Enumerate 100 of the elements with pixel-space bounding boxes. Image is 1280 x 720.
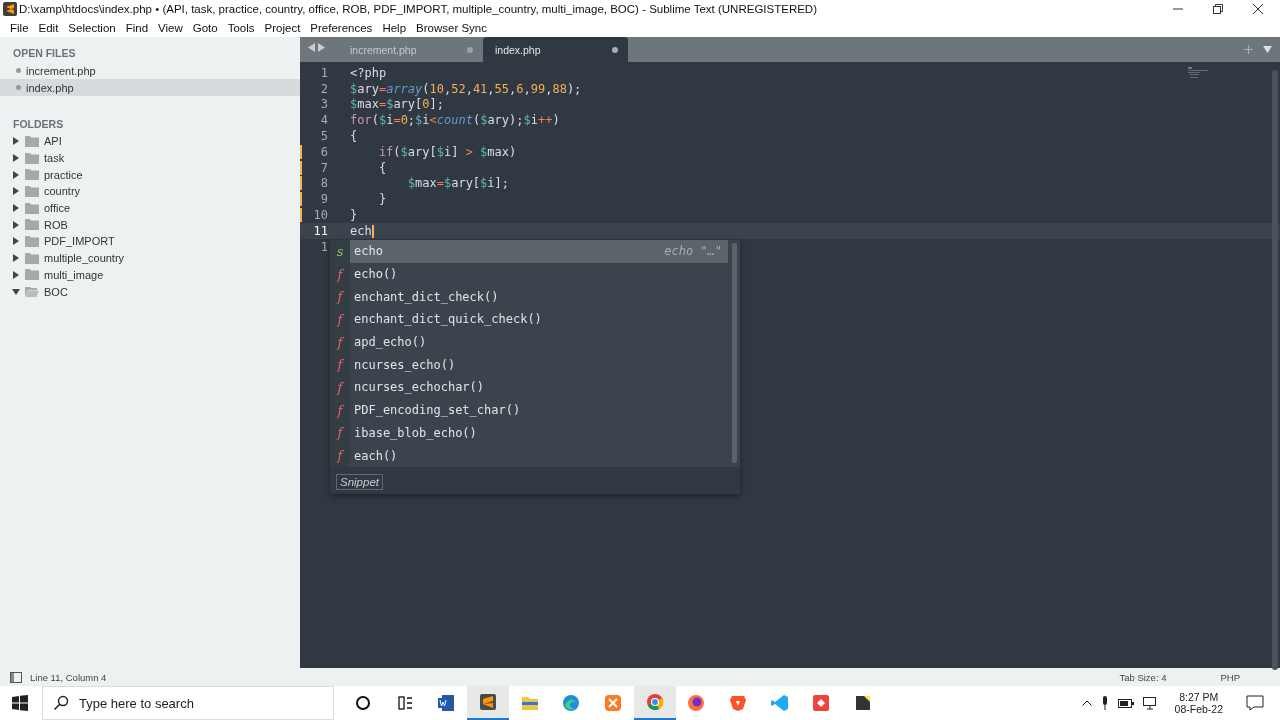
menu-item[interactable]: View xyxy=(153,21,188,34)
menu-item[interactable]: Help xyxy=(377,21,412,34)
clock-time[interactable]: 8:27 PM xyxy=(1179,691,1219,703)
folder-icon xyxy=(25,235,39,247)
kind-label: f xyxy=(330,421,350,445)
kind-label: f xyxy=(330,262,350,286)
collapsed-arrow-icon[interactable] xyxy=(12,220,20,229)
folder-icon xyxy=(25,252,39,264)
code-line: if($ary[$i] > $max) xyxy=(377,144,517,159)
syntax-selector[interactable]: PHP xyxy=(1220,671,1240,683)
completion-label: ibase_blob_echo() xyxy=(354,425,478,440)
line-number: 7 xyxy=(300,160,328,175)
completion-label: ncurses_echochar() xyxy=(354,380,486,395)
menu-item[interactable]: Selection xyxy=(63,21,121,34)
folder-name[interactable]: multiple_country xyxy=(44,252,125,265)
menu-item[interactable]: Goto xyxy=(187,21,223,34)
close-icon[interactable] xyxy=(1252,3,1264,15)
code-line: { xyxy=(350,129,358,144)
menu-item[interactable]: Browser Sync xyxy=(411,21,492,34)
line-number: 5 xyxy=(319,129,328,144)
folder-name[interactable]: task xyxy=(44,152,65,165)
code-line: $max=$ary[$i]; xyxy=(406,176,509,191)
scrollbar[interactable] xyxy=(1272,70,1278,670)
cursor-position: Line 11, Column 4 xyxy=(30,671,107,683)
completion-item[interactable]: s echo echo "…" xyxy=(330,240,728,263)
completion-label: apd_echo() xyxy=(354,335,428,350)
file-tab[interactable]: index.php xyxy=(483,37,628,62)
code-line: <?php xyxy=(350,65,387,80)
microphone-icon[interactable] xyxy=(1100,696,1109,710)
folder-name[interactable]: country xyxy=(44,185,81,198)
dropdown-icon[interactable] xyxy=(1263,46,1272,53)
line-number: 1 xyxy=(319,65,328,80)
open-folder-icon xyxy=(25,286,39,298)
completion-label: PDF_encoding_set_char() xyxy=(354,403,522,418)
line-number: 11 xyxy=(312,223,328,238)
previous-arrow-icon[interactable] xyxy=(308,43,315,52)
collapsed-arrow-icon[interactable] xyxy=(12,154,20,163)
minimap-drawing xyxy=(1188,67,1210,79)
completion-item[interactable]: f apd_echo() xyxy=(330,330,728,354)
next-arrow-icon[interactable] xyxy=(318,43,325,52)
folder-name[interactable]: BOC xyxy=(44,285,68,298)
menu-item[interactable]: Preferences xyxy=(305,21,378,34)
completion-item[interactable]: f each() xyxy=(330,444,728,467)
completion-item[interactable]: f ibase_blob_echo() xyxy=(330,421,728,445)
search-icon xyxy=(53,695,69,711)
clock-date[interactable]: 08-Feb-22 xyxy=(1174,703,1223,715)
window-title: D:\xamp\htdocs\index.php • (API, task, practice, country, office, ROB, PDF_IMPORT, multiple_country, multi_image, BOC) - Sublime Text (UNREGISTERED) xyxy=(19,3,818,15)
collapsed-arrow-icon[interactable] xyxy=(12,254,20,263)
kind-label: f xyxy=(330,444,350,467)
panel-toggle-icon[interactable] xyxy=(10,671,22,683)
battery-icon[interactable] xyxy=(1117,698,1134,708)
collapsed-arrow-icon[interactable] xyxy=(12,137,20,146)
section-heading: OPEN FILES xyxy=(12,47,77,61)
menu-item[interactable]: Tools xyxy=(222,21,260,34)
completion-item[interactable]: f echo() xyxy=(330,262,728,286)
completion-item[interactable]: f ncurses_echochar() xyxy=(330,376,728,399)
folder-name[interactable]: office xyxy=(44,202,71,215)
menu-item[interactable]: Project xyxy=(259,21,306,34)
completion-item[interactable]: f enchant_dict_quick_check() xyxy=(330,308,728,331)
folder-name[interactable]: multi_image xyxy=(44,268,104,281)
taskbar-search-field[interactable]: Type here to search xyxy=(42,686,334,720)
folder-name[interactable]: PDF_IMPORT xyxy=(44,235,115,248)
completion-item[interactable]: f PDF_encoding_set_char() xyxy=(330,398,728,422)
collapsed-arrow-icon[interactable] xyxy=(12,187,20,196)
taskbar-app-button[interactable] xyxy=(467,686,509,720)
kind-label: f xyxy=(330,353,350,377)
folder-icon xyxy=(25,202,39,214)
open-file-item[interactable]: index.php xyxy=(0,79,300,96)
menu-item[interactable]: Edit xyxy=(33,21,64,34)
line-number: 1 xyxy=(319,239,328,254)
menu-item[interactable]: File xyxy=(5,21,34,34)
folder-name[interactable]: ROB xyxy=(44,218,68,231)
folder-icon xyxy=(25,219,39,231)
windows-start-icon[interactable] xyxy=(12,695,28,711)
completion-item[interactable]: f enchant_dict_check() xyxy=(330,285,728,309)
chevron-up-icon[interactable] xyxy=(1081,700,1092,706)
kind-label: f xyxy=(330,330,350,354)
code-line: } xyxy=(350,208,358,223)
kind-label: f xyxy=(330,376,350,399)
code-line: ech xyxy=(350,223,374,238)
completion-item[interactable]: f ncurses_echo() xyxy=(330,353,728,377)
collapsed-arrow-icon[interactable] xyxy=(12,270,20,279)
expanded-arrow-icon[interactable] xyxy=(12,287,20,296)
collapsed-arrow-icon[interactable] xyxy=(12,204,20,213)
code-line: for($i=0;$i<count($ary);$i++) xyxy=(350,113,560,128)
folder-icon xyxy=(25,269,39,281)
collapsed-arrow-icon[interactable] xyxy=(12,237,20,246)
line-number: 3 xyxy=(319,97,328,112)
code-editor-icon xyxy=(769,693,790,713)
notification-icon[interactable] xyxy=(1246,695,1264,711)
completion-label: enchant_dict_quick_check() xyxy=(354,312,543,327)
maximize-icon[interactable] xyxy=(1212,3,1224,15)
menu-item[interactable]: Find xyxy=(120,21,154,34)
open-file-item[interactable]: increment.php xyxy=(0,62,300,79)
code-line: { xyxy=(377,160,387,175)
folder-name[interactable]: practice xyxy=(44,168,83,181)
scrollbar[interactable] xyxy=(732,243,737,463)
collapsed-arrow-icon[interactable] xyxy=(12,170,20,179)
folder-name[interactable]: API xyxy=(44,135,62,148)
tab-size-selector[interactable]: Tab Size: 4 xyxy=(1119,671,1167,683)
